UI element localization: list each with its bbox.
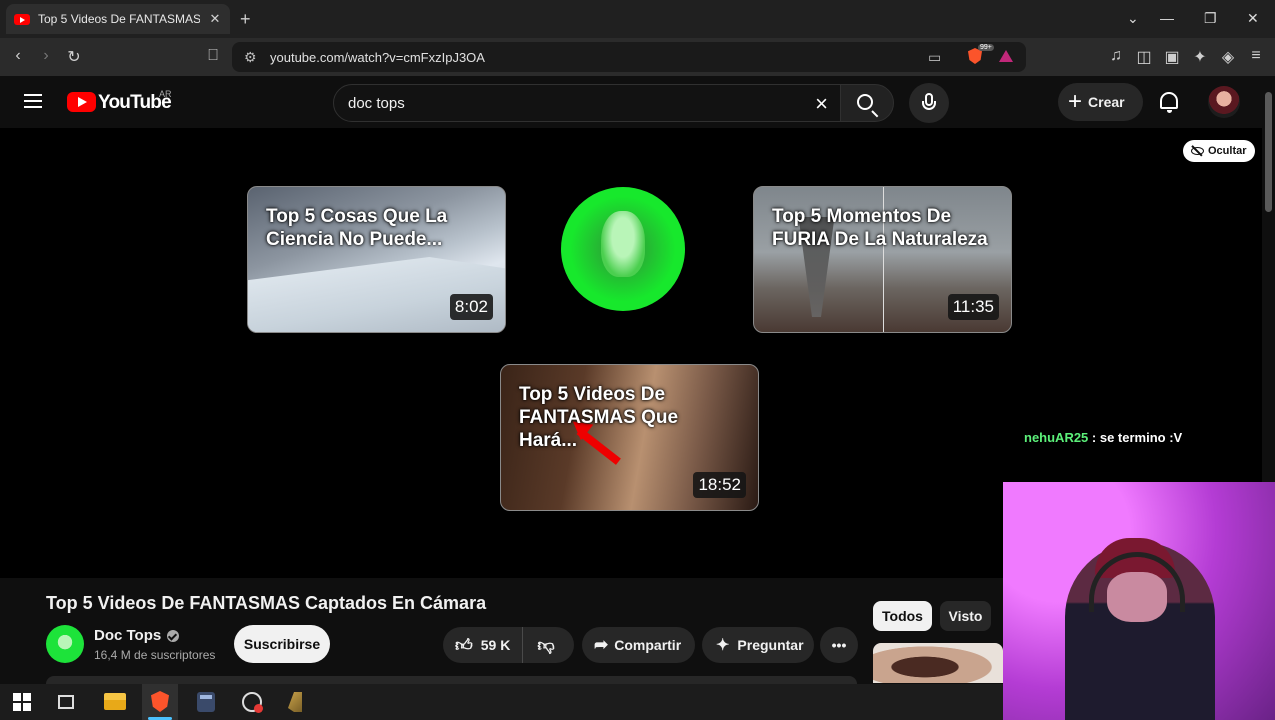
recommended-video-thumbnail[interactable] xyxy=(873,643,1003,683)
youtube-masthead: YouTube AR doc tops × + Crear xyxy=(0,76,1262,128)
menu-icon[interactable]: ≡ xyxy=(1246,47,1266,65)
search-icon xyxy=(857,94,873,110)
chat-separator: : xyxy=(1088,430,1100,445)
end-screen-channel-avatar[interactable] xyxy=(561,187,685,311)
ask-button[interactable]: ✦ Preguntar xyxy=(702,627,814,663)
end-screen-video-card[interactable]: Top 5 Momentos De FURIA De La Naturaleza… xyxy=(753,186,1012,333)
tab-search-icon[interactable]: ⌄ xyxy=(1127,10,1139,27)
end-screen-video-card[interactable]: Top 5 Cosas Que La Ciencia No Puede... 8… xyxy=(247,186,506,333)
share-icon: ➦ xyxy=(594,635,609,654)
tab-title: Top 5 Videos De FANTASMAS Ca xyxy=(38,12,200,26)
hide-label: Ocultar xyxy=(1208,145,1247,157)
card-title: Top 5 Cosas Que La Ciencia No Puede... xyxy=(266,206,448,250)
browser-toolbar: ‹ › ↻ ⎕ ⚙ youtube.com/watch?v=cmFxzIpJ3O… xyxy=(0,38,1275,76)
scrollbar-thumb[interactable] xyxy=(1265,92,1272,212)
channel-avatar[interactable] xyxy=(46,625,84,663)
url-text[interactable]: youtube.com/watch?v=cmFxzIpJ3OA xyxy=(270,50,485,65)
description-box[interactable] xyxy=(46,676,857,684)
plus-icon: + xyxy=(1068,88,1083,115)
search-query[interactable]: doc tops xyxy=(348,95,405,112)
gauge-icon[interactable] xyxy=(242,692,263,713)
site-info-icon[interactable]: ⚙ xyxy=(244,49,257,66)
hamburger-icon[interactable] xyxy=(24,94,42,108)
channel-name[interactable]: Doc Tops xyxy=(94,627,180,644)
card-duration: 11:35 xyxy=(947,294,999,320)
leo-icon[interactable]: ✦ xyxy=(1190,47,1210,67)
bookmark-icon[interactable]: ⎕ xyxy=(203,47,223,65)
task-view-icon[interactable] xyxy=(58,695,74,709)
youtube-logo-icon[interactable] xyxy=(67,92,96,112)
reload-icon[interactable]: ↻ xyxy=(64,47,84,67)
channel-name-text[interactable]: Doc Tops xyxy=(94,627,161,644)
like-count: 59 K xyxy=(480,637,511,653)
mic-stand xyxy=(922,101,936,110)
video-title: Top 5 Videos De FANTASMAS Captados En Cá… xyxy=(46,593,487,613)
file-explorer-icon[interactable] xyxy=(104,693,126,710)
address-bar[interactable]: ⚙ youtube.com/watch?v=cmFxzIpJ3OA ▭ xyxy=(232,42,1026,72)
vpn-icon[interactable]: ◈ xyxy=(1218,47,1238,67)
card-title: Top 5 Videos De FANTASMAS Que Hará... xyxy=(519,384,679,451)
chip-all[interactable]: Todos xyxy=(873,601,932,631)
channel-face xyxy=(601,211,645,277)
account-avatar[interactable] xyxy=(1208,86,1240,118)
league-icon[interactable] xyxy=(288,692,302,712)
create-button[interactable]: + Crear xyxy=(1058,83,1143,121)
card-duration: 18:52 xyxy=(693,472,746,498)
calculator-icon[interactable] xyxy=(197,692,215,712)
subscribe-button[interactable]: Suscribirse xyxy=(234,625,330,663)
browser-tab-strip: Top 5 Videos De FANTASMAS Ca ✕ + ⌄ — ❐ ✕ xyxy=(0,0,1275,38)
end-screen-video-card[interactable]: Top 5 Videos De FANTASMAS Que Hará... 18… xyxy=(500,364,759,511)
new-tab-button[interactable]: + xyxy=(240,9,251,30)
chat-username: nehuAR25 xyxy=(1024,430,1089,445)
search-button[interactable] xyxy=(840,84,894,122)
shields-count-badge: 99+ xyxy=(978,44,994,51)
eye-slash-icon xyxy=(1191,147,1204,155)
clear-search-icon[interactable]: × xyxy=(815,91,828,117)
close-window-button[interactable]: ✕ xyxy=(1247,10,1259,27)
windows-icon[interactable] xyxy=(13,693,31,711)
share-label: Compartir xyxy=(614,637,682,653)
browser-tab-active[interactable]: Top 5 Videos De FANTASMAS Ca ✕ xyxy=(6,4,230,34)
streamer-webcam xyxy=(1003,482,1275,720)
youtube-favicon-icon xyxy=(14,13,30,25)
dislike-icon: 👎︎ xyxy=(537,635,555,655)
hide-end-screen-button[interactable]: Ocultar xyxy=(1183,140,1255,162)
sparkle-icon: ✦ xyxy=(716,637,730,654)
voice-search-button[interactable] xyxy=(909,83,949,123)
more-actions-button[interactable]: ••• xyxy=(820,627,858,663)
cast-icon[interactable]: ▭ xyxy=(928,49,941,66)
brave-icon[interactable] xyxy=(142,684,178,720)
country-code: AR xyxy=(159,89,172,99)
like-button[interactable]: 👍︎ 59 K xyxy=(443,627,524,663)
stream-chat-message: nehuAR25 : se termino :V xyxy=(1024,430,1182,445)
tab-close-icon[interactable]: ✕ xyxy=(208,11,222,27)
bell-icon[interactable] xyxy=(1160,92,1178,113)
verified-icon xyxy=(167,629,180,642)
share-button[interactable]: ➦ Compartir xyxy=(582,627,695,663)
music-icon[interactable]: ♫ xyxy=(1106,47,1126,65)
card-title: Top 5 Momentos De FURIA De La Naturaleza xyxy=(772,206,988,250)
search-input[interactable]: doc tops × xyxy=(333,84,841,122)
forward-icon[interactable]: › xyxy=(36,47,56,65)
like-icon: 👍︎ xyxy=(455,635,473,655)
create-label: Crear xyxy=(1088,94,1125,110)
minimize-button[interactable]: — xyxy=(1160,10,1174,26)
ask-label: Preguntar xyxy=(737,637,804,653)
like-dislike-group: 👍︎ 59 K 👎︎ xyxy=(443,627,574,663)
chat-text: se termino :V xyxy=(1099,430,1183,445)
maximize-button[interactable]: ❐ xyxy=(1204,10,1217,27)
chip-watched[interactable]: Visto xyxy=(940,601,991,631)
wallet-icon[interactable]: ▣ xyxy=(1162,47,1182,67)
back-icon[interactable]: ‹ xyxy=(8,47,28,65)
subscriber-count: 16,4 M de suscriptores xyxy=(94,648,216,662)
card-duration: 8:02 xyxy=(449,294,493,320)
sidebar-icon[interactable]: ◫ xyxy=(1134,47,1154,67)
windows-taskbar xyxy=(0,684,1003,720)
brave-rewards-icon[interactable] xyxy=(999,50,1013,62)
dislike-button[interactable]: 👎︎ xyxy=(523,635,568,656)
